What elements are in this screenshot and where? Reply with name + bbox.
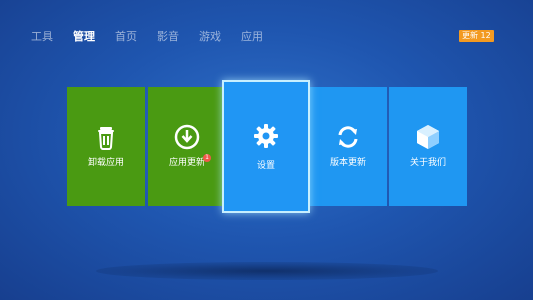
app-updates-badge: 1 (203, 154, 211, 162)
refresh-icon (338, 126, 358, 148)
about-us-label: 关于我们 (409, 158, 446, 168)
about-us-tile[interactable]: 关于我们 (389, 87, 467, 206)
uninstall-apps-label: 卸载应用 (87, 158, 124, 168)
gear-icon (254, 124, 278, 148)
box-icon (417, 125, 439, 149)
trash-icon (98, 127, 114, 150)
download-icon (174, 124, 200, 150)
settings-tile[interactable]: 设置 (222, 80, 310, 213)
uninstall-apps-tile[interactable]: 卸载应用 (67, 87, 145, 206)
management-tiles: 卸载应用 应用更新 1 设置 版本更新 关于我们 (0, 0, 533, 300)
version-update-label: 版本更新 (329, 158, 366, 168)
app-updates-tile[interactable]: 应用更新 1 (148, 87, 226, 206)
app-updates-label: 应用更新 (168, 158, 205, 168)
version-update-tile[interactable]: 版本更新 (309, 87, 387, 206)
settings-label: 设置 (256, 161, 275, 171)
tile-floor-shadow (96, 262, 438, 280)
